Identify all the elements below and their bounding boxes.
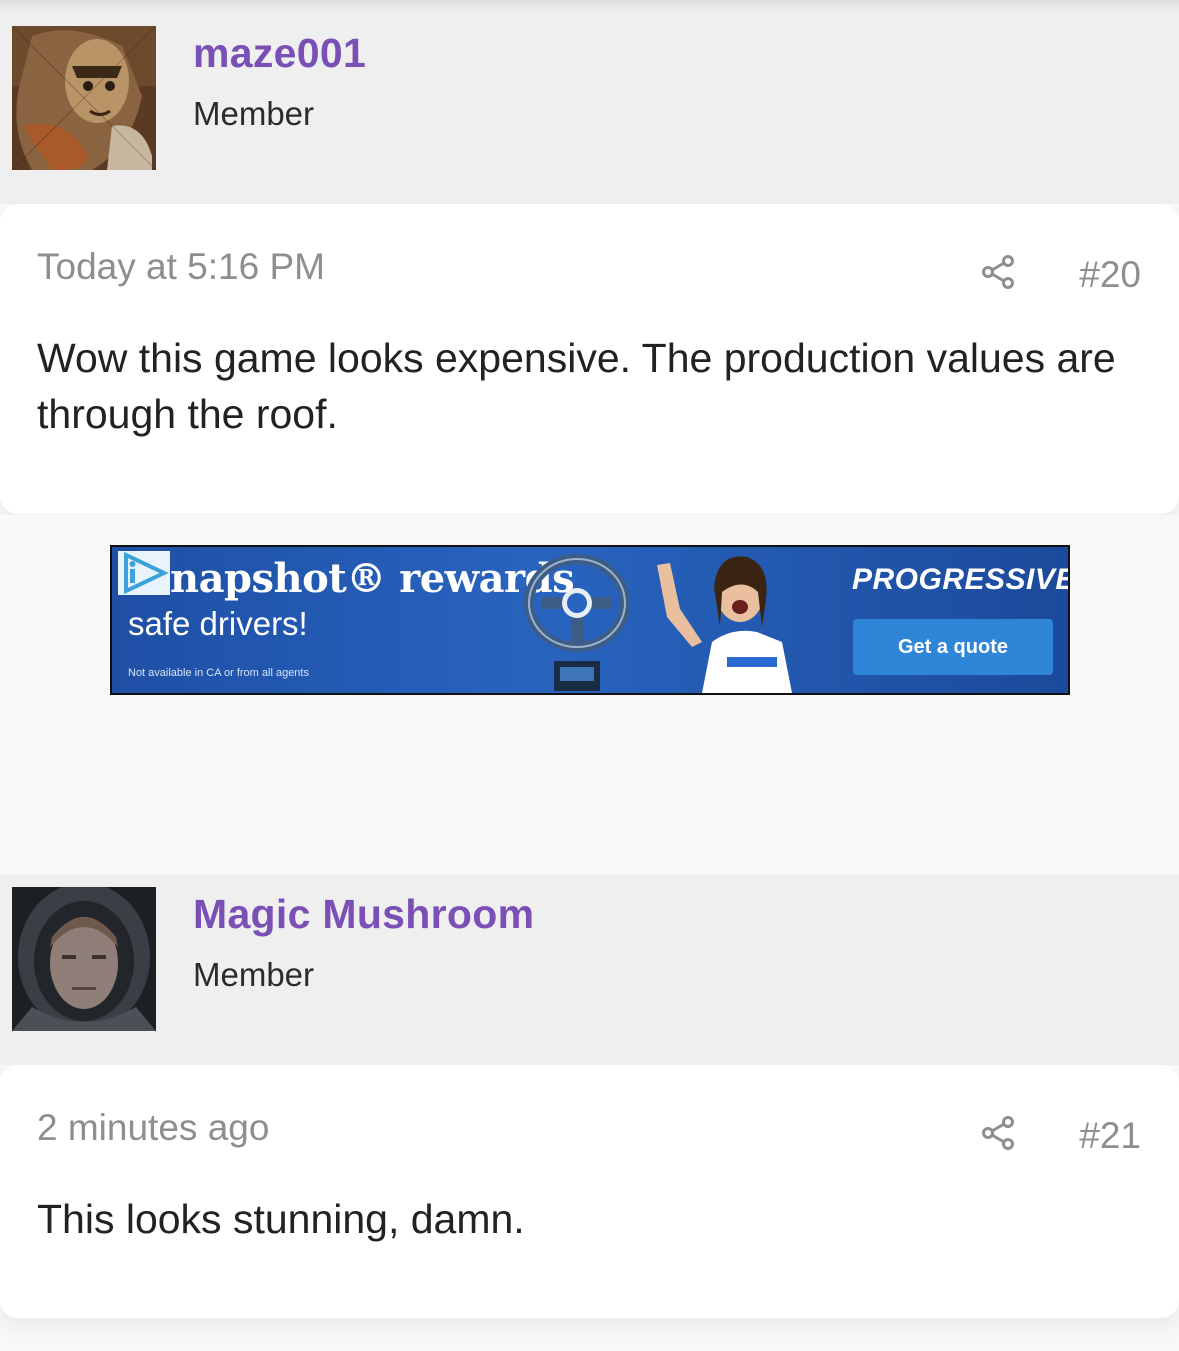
share-icon[interactable]	[980, 254, 1016, 290]
post-card: 2 minutes ago #21 This looks stunning, d…	[0, 1065, 1179, 1318]
thread-page: maze001 Member Today at 5:16 PM #20 Wow …	[0, 0, 1179, 1351]
post-card: Today at 5:16 PM #20 Wow this game looks…	[0, 204, 1179, 514]
post-timestamp[interactable]: Today at 5:16 PM	[37, 246, 325, 288]
avatar[interactable]	[12, 887, 156, 1031]
post-timestamp[interactable]: 2 minutes ago	[37, 1107, 269, 1149]
ad-brand: PROGRESSIVE	[852, 563, 1070, 596]
steering-wheel-icon	[524, 554, 630, 691]
username[interactable]: maze001	[193, 30, 366, 77]
ad-area: napshot® rewards safe drivers! Not avail…	[0, 515, 1179, 875]
post-author-header: Magic Mushroom Member	[0, 875, 1179, 1065]
share-icon[interactable]	[980, 1115, 1016, 1151]
ad-headline: napshot® rewards	[170, 555, 575, 602]
post-body: Wow this game looks expensive. The produ…	[37, 335, 1116, 437]
ad-cta-button[interactable]: Get a quote	[853, 619, 1053, 675]
post-author-header: maze001 Member	[0, 14, 1179, 204]
post-number[interactable]: #21	[1079, 1115, 1141, 1157]
ad-subline: safe drivers!	[128, 605, 308, 642]
avatar[interactable]	[12, 26, 156, 170]
username[interactable]: Magic Mushroom	[193, 891, 534, 938]
ad-banner[interactable]: napshot® rewards safe drivers! Not avail…	[110, 545, 1070, 695]
post-body: This looks stunning, damn.	[37, 1196, 525, 1242]
top-shadow	[0, 0, 1179, 14]
adchoices-icon[interactable]	[118, 551, 170, 595]
user-role: Member	[193, 956, 315, 993]
ad-disclaimer: Not available in CA or from all agents	[128, 667, 309, 679]
ad-spokesperson-image	[657, 556, 792, 693]
post-number[interactable]: #20	[1079, 254, 1141, 296]
user-role: Member	[193, 95, 315, 132]
